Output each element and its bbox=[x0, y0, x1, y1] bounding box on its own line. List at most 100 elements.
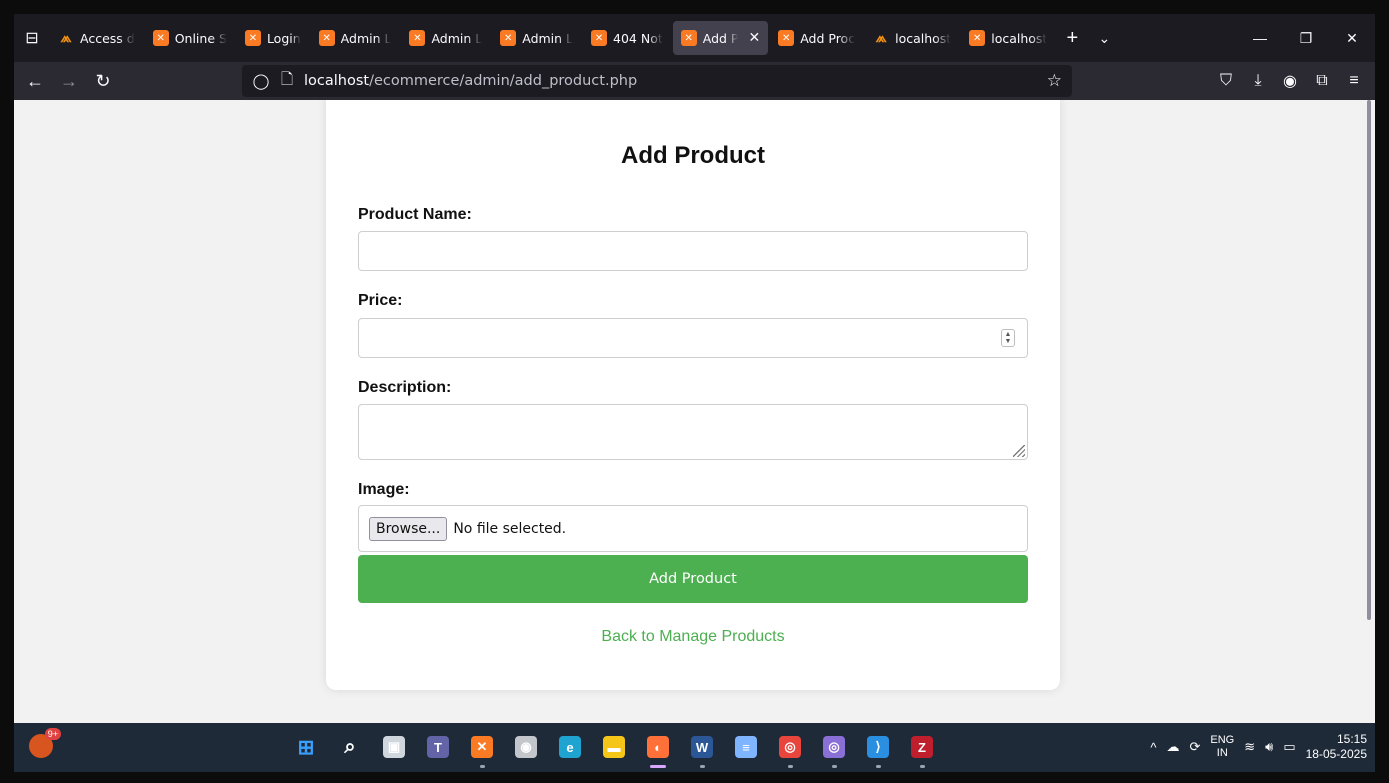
wifi-icon[interactable]: ≋ bbox=[1244, 739, 1255, 755]
taskbar-app[interactable]: Z bbox=[904, 729, 940, 768]
taskbar-apps: ⊞ ⌕ ▣ T ✕ ◉ e ▬ ◐ W ≡ ◎ ◎ ⟩ Z bbox=[288, 729, 940, 768]
chrome-icon: ◎ bbox=[779, 736, 801, 758]
resize-grip-icon[interactable] bbox=[1013, 445, 1025, 457]
tab-label: localhost bbox=[895, 30, 952, 46]
page-title: Add Product bbox=[621, 142, 765, 169]
url-bar[interactable]: ◯ 🗋 localhost/ecommerce/admin/add_produc… bbox=[242, 65, 1072, 97]
minimize-button[interactable]: — bbox=[1237, 14, 1283, 62]
downloads-button[interactable]: ⤓ bbox=[1243, 65, 1273, 97]
camera-icon: ◉ bbox=[515, 736, 537, 758]
xampp-icon: ✕ bbox=[409, 30, 426, 46]
close-icon: ✕ bbox=[1346, 29, 1358, 46]
browser-tab[interactable]: ⩕ localhost bbox=[865, 21, 959, 55]
menu-button[interactable]: ≡ bbox=[1339, 65, 1369, 97]
taskbar-app[interactable]: T bbox=[420, 729, 456, 765]
back-to-manage-products-link[interactable]: Back to Manage Products bbox=[326, 628, 1060, 646]
url-host: localhost bbox=[304, 73, 370, 89]
bookmark-star-icon[interactable]: ☆ bbox=[1047, 71, 1062, 91]
tab-overview-button[interactable]: ⊟ bbox=[14, 14, 50, 62]
date-text: 18-05-2025 bbox=[1305, 747, 1367, 761]
volume-icon[interactable]: 🔊︎ bbox=[1265, 739, 1273, 755]
taskbar-app[interactable]: ▬ bbox=[596, 729, 632, 765]
browser-tab[interactable]: ✕ Admin L bbox=[401, 21, 490, 55]
taskbar-app[interactable]: ⊞ bbox=[288, 729, 324, 765]
clock[interactable]: 15:15 18-05-2025 bbox=[1306, 732, 1367, 762]
taskbar-app[interactable]: ◐ bbox=[640, 729, 676, 768]
browser-tab[interactable]: ✕ Add Proc bbox=[770, 21, 863, 55]
taskbar-app[interactable]: W bbox=[684, 729, 720, 768]
product-name-label: Product Name: bbox=[358, 206, 472, 223]
xampp-icon: ✕ bbox=[680, 30, 697, 46]
download-icon: ⤓ bbox=[1254, 72, 1262, 89]
image-file-input[interactable]: Browse... No file selected. bbox=[358, 505, 1028, 552]
teams-icon: T bbox=[427, 736, 449, 758]
puzzle-icon: ⧉ bbox=[1316, 72, 1328, 89]
list-all-tabs-button[interactable]: ⌄ bbox=[1089, 21, 1119, 55]
number-spinner[interactable]: ▲ ▼ bbox=[1001, 329, 1015, 347]
page-viewport: Add Product Product Name: Price: ▲ ▼ Des… bbox=[14, 100, 1375, 723]
filezilla-icon: Z bbox=[911, 736, 933, 758]
file-status-text: No file selected. bbox=[453, 520, 567, 537]
tracking-shield-icon[interactable]: ◯ bbox=[252, 72, 270, 90]
extensions-button[interactable]: ⧉ bbox=[1307, 65, 1337, 97]
new-tab-button[interactable]: + bbox=[1055, 21, 1089, 55]
system-tray: ^ ☁ ⟳ ENG IN ≋ 🔊︎ ▭ 15:15 18-05-2025 bbox=[1150, 729, 1367, 765]
vertical-scrollbar[interactable] bbox=[1367, 100, 1371, 620]
taskbar-app[interactable]: ◉ bbox=[508, 729, 544, 765]
taskbar-app[interactable]: ⌕ bbox=[332, 729, 368, 765]
taskbar-app[interactable]: ⟩ bbox=[860, 729, 896, 768]
forward-button[interactable]: → bbox=[52, 65, 86, 97]
browser-tab[interactable]: ✕ 404 Not bbox=[583, 21, 671, 55]
browse-button[interactable]: Browse... bbox=[369, 516, 448, 541]
browser-tab[interactable]: ✕ Online S bbox=[145, 21, 235, 55]
chevron-up-icon[interactable]: ^ bbox=[1150, 740, 1156, 755]
browser-tab[interactable]: ✕ Add P ✕ bbox=[672, 21, 769, 55]
language-indicator[interactable]: ENG IN bbox=[1210, 734, 1234, 760]
account-button[interactable]: ◉ bbox=[1275, 65, 1305, 97]
xampp-icon: ✕ bbox=[500, 30, 517, 46]
add-product-card: Add Product Product Name: Price: ▲ ▼ Des… bbox=[326, 100, 1060, 690]
weather-widget[interactable]: 9+ bbox=[24, 728, 61, 763]
taskbar-app[interactable]: ◎ bbox=[816, 729, 852, 768]
chevron-down-icon: ⌄ bbox=[1098, 29, 1111, 46]
browser-tab[interactable]: ✕ Admin L bbox=[311, 21, 400, 55]
minimize-icon: — bbox=[1253, 30, 1267, 46]
browser-tab[interactable]: ✕ Login bbox=[237, 21, 309, 55]
browser-window: ⊟ ⩕ Access d ✕ Online S ✕ Login ✕ Admin L ✕ Admin… bbox=[14, 14, 1375, 772]
back-button[interactable]: ← bbox=[18, 65, 52, 97]
description-textarea[interactable] bbox=[358, 404, 1028, 460]
taskbar-app[interactable]: ≡ bbox=[728, 729, 764, 765]
page-info-icon[interactable]: 🗋 bbox=[278, 69, 296, 94]
running-indicator bbox=[920, 765, 925, 768]
xampp-icon: ✕ bbox=[969, 30, 986, 46]
restore-icon: ❐ bbox=[1299, 29, 1313, 46]
toolbar-right: ⛉ ⤓ ◉ ⧉ ≡ bbox=[1211, 65, 1369, 97]
xampp-icon: ✕ bbox=[471, 736, 493, 758]
browser-tab[interactable]: ✕ localhost bbox=[961, 21, 1055, 55]
price-label: Price: bbox=[358, 292, 403, 309]
battery-icon[interactable]: ▭ bbox=[1283, 739, 1295, 755]
close-window-button[interactable]: ✕ bbox=[1329, 14, 1375, 62]
add-product-button[interactable]: Add Product bbox=[358, 555, 1028, 603]
taskbar-app[interactable]: ✕ bbox=[464, 729, 500, 768]
product-name-input[interactable] bbox=[358, 231, 1028, 271]
taskbar-app[interactable]: e bbox=[552, 729, 588, 765]
browser-tab[interactable]: ✕ Admin L bbox=[492, 21, 581, 55]
onedrive-icon[interactable]: ☁ bbox=[1166, 739, 1179, 755]
url-text[interactable]: localhost/ecommerce/admin/add_product.ph… bbox=[304, 73, 637, 89]
hamburger-icon: ≡ bbox=[1349, 72, 1359, 89]
restore-button[interactable]: ❐ bbox=[1283, 14, 1329, 62]
sync-icon[interactable]: ⟳ bbox=[1189, 739, 1200, 755]
browser-tab[interactable]: ⩕ Access d bbox=[50, 21, 143, 55]
tab-close-icon[interactable]: ✕ bbox=[748, 30, 760, 46]
pocket-button[interactable]: ⛉ bbox=[1211, 65, 1241, 97]
description-label: Description: bbox=[358, 379, 452, 396]
taskbar-app[interactable]: ▣ bbox=[376, 729, 412, 765]
image-label: Image: bbox=[358, 481, 410, 498]
price-input[interactable]: ▲ ▼ bbox=[358, 318, 1028, 358]
taskbar-app[interactable]: ◎ bbox=[772, 729, 808, 768]
tab-label: Access d bbox=[80, 30, 135, 46]
edge-icon: e bbox=[559, 736, 581, 758]
running-indicator bbox=[876, 765, 881, 768]
reload-button[interactable]: ↻ bbox=[86, 65, 120, 97]
